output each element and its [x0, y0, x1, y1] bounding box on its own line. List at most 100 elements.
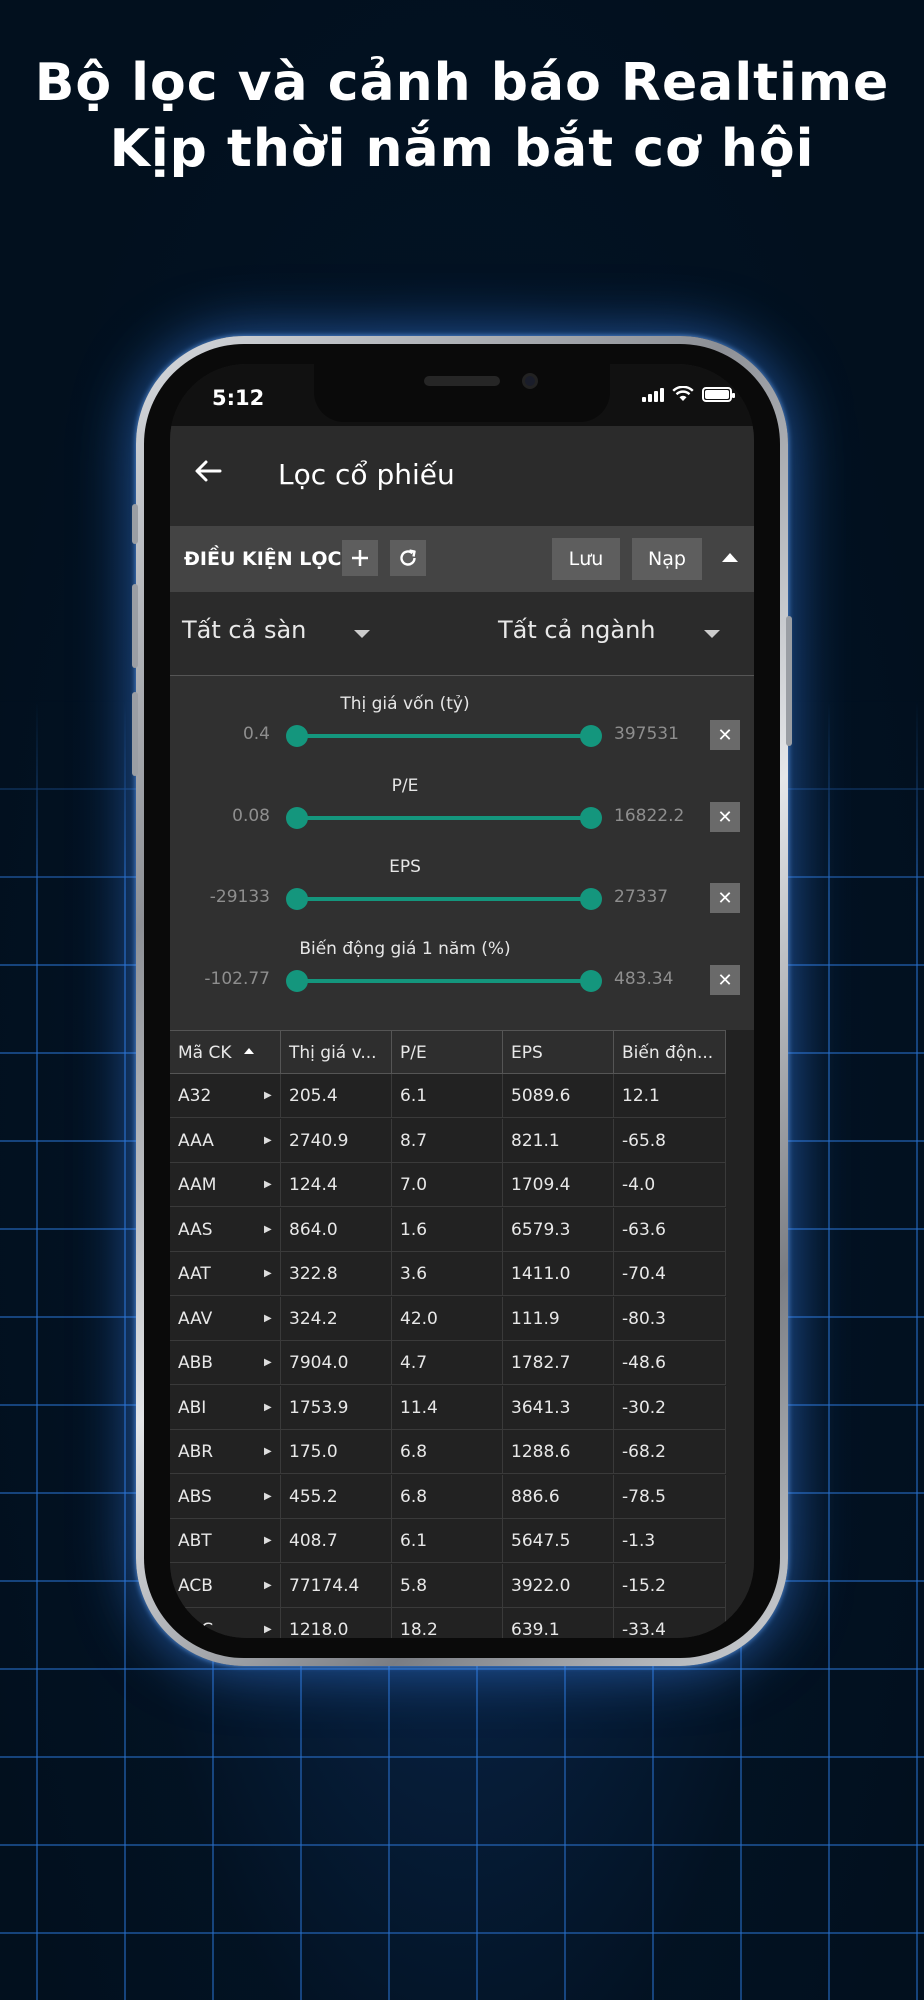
range-min-handle[interactable] [286, 970, 308, 992]
remove-condition-button[interactable]: ✕ [710, 720, 740, 750]
table-cell: 7.0 [392, 1163, 503, 1207]
range-label: Thị giá vốn (tỷ) [340, 694, 470, 714]
expand-arrow-icon[interactable]: ▶ [264, 1297, 272, 1341]
column-header-price-change[interactable]: Biến độn... [614, 1031, 726, 1075]
cell-value: ABB [178, 1353, 213, 1373]
cell-value: 1709.4 [511, 1175, 571, 1195]
filter-conditions-bar: ĐIỀU KIỆN LỌC Lưu Nạp [170, 526, 754, 592]
table-cell: -78.5 [614, 1474, 726, 1519]
cell-value: 864.0 [289, 1219, 338, 1240]
expand-arrow-icon[interactable]: ▶ [264, 1608, 272, 1638]
table-row[interactable]: ABB ▶ 7904.0 4.7 1782.7 -48.6 [170, 1341, 726, 1385]
table-row[interactable]: ACB ▶ 77174.4 5.8 3922.0 -15.2 [170, 1563, 726, 1608]
cell-value: 5.8 [400, 1575, 428, 1596]
range-max-handle[interactable] [580, 970, 602, 992]
range-min-handle[interactable] [286, 725, 308, 747]
cell-value: ABT [178, 1531, 212, 1551]
expand-arrow-icon[interactable]: ▶ [264, 1475, 272, 1519]
range-min-handle[interactable] [286, 888, 308, 910]
ticker-cell: AAT ▶ [170, 1252, 281, 1296]
column-header-market-cap[interactable]: Thị giá v... [281, 1031, 392, 1075]
speaker [424, 376, 500, 386]
remove-condition-button[interactable]: ✕ [710, 883, 740, 913]
industry-select[interactable]: Tất cả ngành [498, 616, 656, 644]
expand-arrow-icon[interactable]: ▶ [264, 1386, 272, 1430]
remove-condition-button[interactable]: ✕ [710, 965, 740, 995]
cell-value: 639.1 [511, 1620, 560, 1638]
status-time: 5:12 [212, 386, 265, 410]
table-cell: 12.1 [614, 1074, 726, 1118]
expand-arrow-icon[interactable]: ▶ [264, 1208, 272, 1252]
expand-arrow-icon[interactable]: ▶ [264, 1564, 272, 1608]
add-condition-button[interactable] [342, 540, 378, 576]
remove-condition-button[interactable]: ✕ [710, 802, 740, 832]
cell-value: 124.4 [289, 1175, 338, 1195]
expand-arrow-icon[interactable]: ▶ [264, 1519, 272, 1563]
cell-value: 205.4 [289, 1086, 338, 1106]
table-row[interactable]: ABS ▶ 455.2 6.8 886.6 -78.5 [170, 1474, 726, 1519]
range-label: Biến động giá 1 năm (%) [299, 939, 511, 959]
cell-value: 1288.6 [511, 1442, 571, 1462]
table-row[interactable]: ABR ▶ 175.0 6.8 1288.6 -68.2 [170, 1430, 726, 1474]
table-row[interactable]: ABT ▶ 408.7 6.1 5647.5 -1.3 [170, 1519, 726, 1563]
cell-value: -68.2 [622, 1442, 666, 1462]
ticker-cell: AAM ▶ [170, 1163, 281, 1207]
range-min-handle[interactable] [286, 807, 308, 829]
table-cell: 1411.0 [503, 1252, 614, 1296]
cell-value: AAV [178, 1308, 213, 1329]
table-row[interactable]: AAV ▶ 324.2 42.0 111.9 -80.3 [170, 1296, 726, 1341]
table-cell: 324.2 [281, 1296, 392, 1341]
table-cell: 1709.4 [503, 1163, 614, 1207]
industry-chevron-down-icon[interactable] [704, 630, 720, 638]
load-filter-button[interactable]: Nạp [632, 538, 702, 580]
cell-value: 6.1 [400, 1531, 428, 1551]
table-cell: 2740.9 [281, 1118, 392, 1163]
range-track [296, 816, 590, 820]
table-row[interactable]: AAS ▶ 864.0 1.6 6579.3 -63.6 [170, 1207, 726, 1252]
table-cell: 322.8 [281, 1252, 392, 1296]
save-filter-button[interactable]: Lưu [552, 538, 620, 580]
table-row[interactable]: AAM ▶ 124.4 7.0 1709.4 -4.0 [170, 1163, 726, 1207]
cell-value: 5089.6 [511, 1086, 571, 1106]
arrow-left-icon[interactable] [194, 456, 222, 491]
column-header-ticker[interactable]: Mã CK [170, 1031, 281, 1075]
refresh-button[interactable] [390, 540, 426, 576]
cell-value: 3.6 [400, 1264, 428, 1284]
table-row[interactable]: ACC ▶ 1218.0 18.2 639.1 -33.4 [170, 1608, 726, 1638]
range-max-handle[interactable] [580, 725, 602, 747]
exchange-chevron-down-icon[interactable] [354, 630, 370, 638]
table-cell: 205.4 [281, 1074, 392, 1118]
expand-arrow-icon[interactable]: ▶ [264, 1430, 272, 1474]
status-icons [642, 386, 735, 402]
table-cell: -65.8 [614, 1118, 726, 1163]
exchange-select[interactable]: Tất cả sàn [182, 616, 306, 644]
expand-arrow-icon[interactable]: ▶ [264, 1119, 272, 1163]
table-row[interactable]: ABI ▶ 1753.9 11.4 3641.3 -30.2 [170, 1385, 726, 1430]
cell-value: 18.2 [400, 1620, 438, 1638]
table-row[interactable]: AAT ▶ 322.8 3.6 1411.0 -70.4 [170, 1252, 726, 1296]
ticker-cell: ACB ▶ [170, 1563, 281, 1608]
collapse-triangle-icon[interactable] [722, 553, 738, 562]
table-row[interactable]: AAA ▶ 2740.9 8.7 821.1 -65.8 [170, 1118, 726, 1163]
range-max-value: 16822.2 [614, 806, 685, 826]
cell-value: ABI [178, 1397, 207, 1418]
ticker-cell: ABI ▶ [170, 1385, 281, 1430]
cell-value: -80.3 [622, 1308, 666, 1329]
sort-ascending-icon [243, 1048, 254, 1054]
expand-arrow-icon[interactable]: ▶ [264, 1074, 272, 1118]
column-header-pe[interactable]: P/E [392, 1031, 503, 1075]
expand-arrow-icon[interactable]: ▶ [264, 1252, 272, 1296]
cell-value: AAM [178, 1175, 217, 1195]
ticker-cell: AAV ▶ [170, 1296, 281, 1341]
battery-icon [702, 387, 735, 402]
table-row[interactable]: A32 ▶ 205.4 6.1 5089.6 12.1 [170, 1074, 726, 1118]
column-header-eps[interactable]: EPS [503, 1031, 614, 1075]
ticker-cell: ACC ▶ [170, 1608, 281, 1638]
range-max-handle[interactable] [580, 888, 602, 910]
ticker-cell: ABB ▶ [170, 1341, 281, 1385]
table-cell: 1782.7 [503, 1341, 614, 1385]
range-max-handle[interactable] [580, 807, 602, 829]
expand-arrow-icon[interactable]: ▶ [264, 1341, 272, 1385]
cell-value: -4.0 [622, 1175, 656, 1195]
expand-arrow-icon[interactable]: ▶ [264, 1163, 272, 1207]
